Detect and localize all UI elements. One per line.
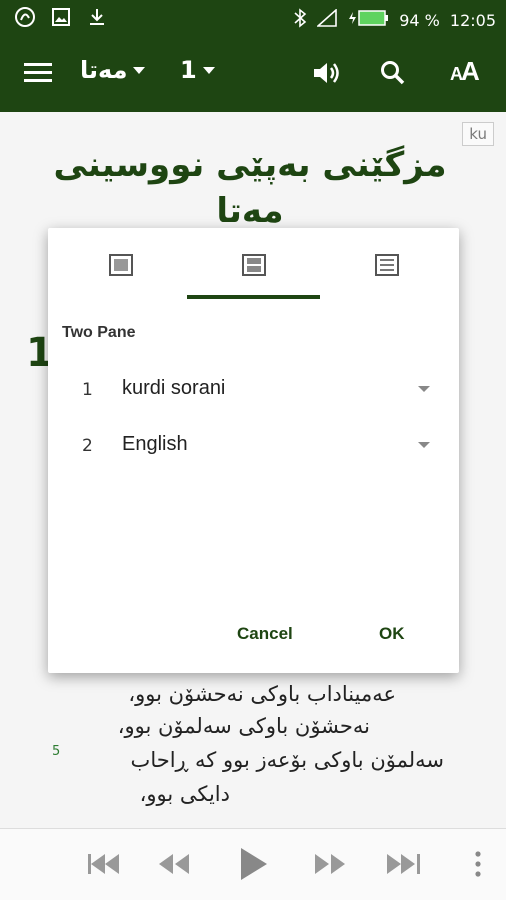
pane-row-2[interactable]: 2 English bbox=[48, 426, 459, 466]
download-icon bbox=[86, 6, 108, 28]
battery-icon bbox=[347, 9, 389, 31]
tab-interlinear[interactable] bbox=[318, 228, 455, 300]
pane-number: 2 bbox=[82, 436, 93, 456]
book-name: مەتا bbox=[80, 56, 128, 84]
pane-label: Two Pane bbox=[62, 324, 136, 341]
interlinear-icon bbox=[374, 254, 399, 300]
chapter-number: 1 bbox=[180, 56, 197, 84]
clock: 12:05 bbox=[449, 10, 496, 30]
signal-icon bbox=[316, 8, 338, 31]
pane-row-1[interactable]: 1 kurdi sorani bbox=[48, 370, 459, 410]
dropdown-arrow-icon[interactable] bbox=[418, 386, 430, 392]
verse-line: دایکی بوو، bbox=[139, 782, 230, 806]
battery-percent: 94 % bbox=[399, 10, 440, 30]
chevron-down-icon bbox=[202, 66, 215, 74]
search-icon[interactable] bbox=[380, 60, 406, 90]
chapter-selector[interactable]: 1 bbox=[180, 56, 215, 84]
book-selector[interactable]: مەتا bbox=[80, 56, 146, 84]
app-bar: مەتا 1 AA bbox=[0, 36, 506, 112]
menu-icon[interactable] bbox=[24, 62, 52, 88]
image-icon bbox=[50, 6, 72, 28]
audio-player-bar bbox=[0, 828, 506, 900]
status-bar: 94 % 12:05 bbox=[0, 0, 506, 36]
play-icon[interactable] bbox=[240, 847, 268, 885]
font-size-button[interactable]: AA bbox=[450, 56, 480, 87]
verse-line: نەحشۆن باوکی سەلمۆن بوو، bbox=[117, 714, 370, 738]
ok-button[interactable]: OK bbox=[379, 624, 405, 644]
tab-single-pane[interactable] bbox=[52, 228, 189, 300]
skip-next-icon[interactable] bbox=[386, 851, 420, 881]
volume-icon[interactable] bbox=[312, 60, 340, 90]
tab-two-pane[interactable] bbox=[185, 228, 322, 300]
two-pane-icon bbox=[241, 254, 266, 300]
verse-line: عەمیناداب باوکی نەحشۆن بوو، bbox=[128, 682, 396, 706]
chevron-down-icon bbox=[133, 66, 146, 74]
layout-dialog: Two Pane 1 kurdi sorani 2 English Cancel… bbox=[48, 228, 459, 673]
cancel-button[interactable]: Cancel bbox=[237, 624, 293, 644]
dropdown-arrow-icon[interactable] bbox=[418, 442, 430, 448]
rewind-icon[interactable] bbox=[158, 851, 190, 881]
single-pane-icon bbox=[108, 254, 133, 300]
verse-number: 5 bbox=[52, 744, 61, 759]
pane-version-select[interactable]: English bbox=[122, 433, 188, 456]
skip-previous-icon[interactable] bbox=[88, 851, 122, 881]
more-options-icon[interactable] bbox=[474, 851, 482, 881]
pane-version-select[interactable]: kurdi sorani bbox=[122, 377, 225, 400]
book-title: مزگێنی بەپێی نووسینی مەتا bbox=[53, 145, 447, 231]
layout-tabs bbox=[48, 228, 459, 300]
app-logo-icon bbox=[14, 6, 36, 28]
verse-line: سەلمۆن باوکی بۆعەز بوو کە ڕاحاب bbox=[130, 748, 444, 772]
bluetooth-icon bbox=[293, 8, 307, 32]
fast-forward-icon[interactable] bbox=[314, 851, 346, 881]
selected-tab-indicator bbox=[187, 295, 320, 299]
pane-number: 1 bbox=[82, 380, 93, 400]
